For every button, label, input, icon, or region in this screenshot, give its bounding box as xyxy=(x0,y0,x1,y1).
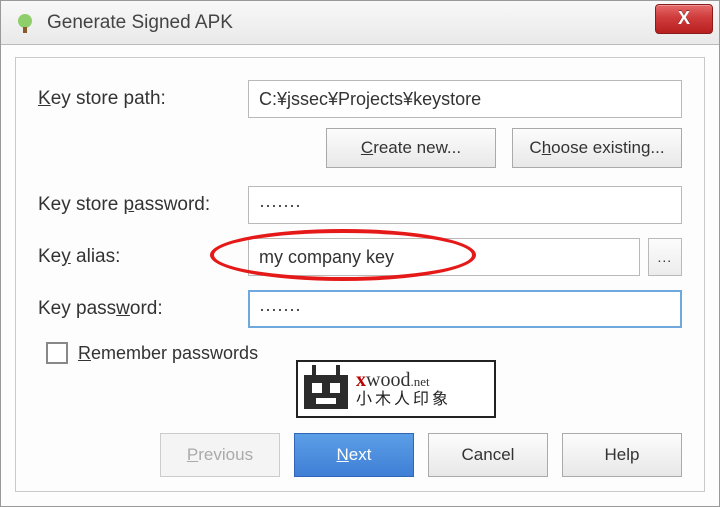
label-keystore-path: Key store path: xyxy=(38,88,248,110)
close-button[interactable]: X xyxy=(655,4,713,34)
help-button[interactable]: Help xyxy=(562,433,682,477)
dialog-window: Generate Signed APK X Key store path: Cr… xyxy=(0,0,720,507)
keystore-path-input[interactable] xyxy=(248,80,682,118)
key-password-input[interactable] xyxy=(248,290,682,328)
window-title: Generate Signed APK xyxy=(47,12,655,34)
row-keystore-path: Key store path: xyxy=(38,80,682,118)
row-keystore-password: Key store password: xyxy=(38,186,682,224)
remember-checkbox[interactable] xyxy=(46,342,68,364)
watermark-text: xwood.net 小木人印象 xyxy=(356,370,451,408)
label-key-alias: Key alias: xyxy=(38,246,248,268)
create-new-button[interactable]: Create new... xyxy=(326,128,496,168)
key-alias-input[interactable] xyxy=(248,238,640,276)
row-key-alias: Key alias: ... xyxy=(38,238,682,276)
previous-button: Previous xyxy=(160,433,280,477)
row-key-password: Key password: xyxy=(38,290,682,328)
keystore-button-row: Create new... Choose existing... xyxy=(38,128,682,168)
title-bar: Generate Signed APK X xyxy=(1,1,719,45)
label-remember: Remember passwords xyxy=(78,343,258,364)
key-alias-browse-button[interactable]: ... xyxy=(648,238,682,276)
close-icon: X xyxy=(678,8,690,29)
label-keystore-password: Key store password: xyxy=(38,194,248,216)
robot-icon xyxy=(304,375,348,409)
keystore-password-input[interactable] xyxy=(248,186,682,224)
form-panel: Key store path: Create new... Choose exi… xyxy=(15,57,705,492)
watermark-logo: xwood.net 小木人印象 xyxy=(296,360,496,418)
ellipsis-icon: ... xyxy=(658,249,673,265)
dialog-button-row: Previous Next Cancel Help xyxy=(38,433,682,477)
cancel-button[interactable]: Cancel xyxy=(428,433,548,477)
choose-existing-button[interactable]: Choose existing... xyxy=(512,128,682,168)
app-icon xyxy=(13,11,37,35)
label-key-password: Key password: xyxy=(38,298,248,320)
next-button[interactable]: Next xyxy=(294,433,414,477)
